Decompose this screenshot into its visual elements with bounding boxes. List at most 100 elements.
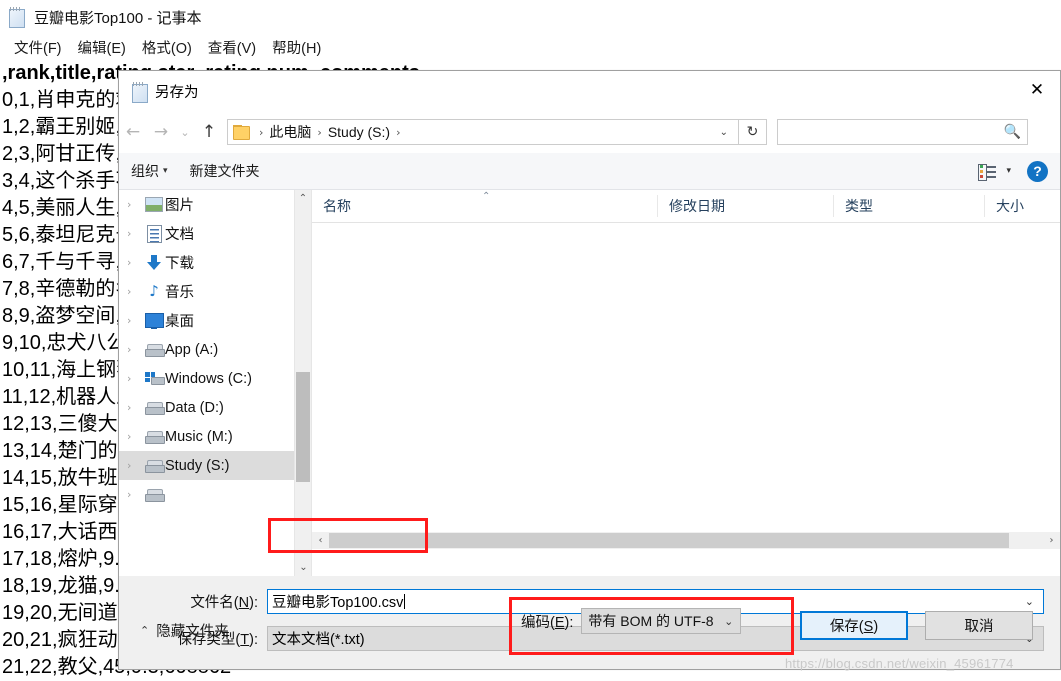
sidebar-item-desktop[interactable]: › 桌面 [119, 306, 311, 335]
watermark: https://blog.csdn.net/weixin_45961774 [785, 656, 1014, 671]
breadcrumb-separator-icon: › [259, 125, 264, 139]
up-button[interactable]: ↑ [195, 118, 223, 146]
column-header-date[interactable]: 修改日期 [657, 195, 833, 217]
menu-file[interactable]: 文件(F) [6, 35, 70, 60]
breadcrumb-separator-icon: › [396, 125, 401, 139]
expander-icon[interactable]: › [127, 343, 143, 356]
dialog-titlebar: 另存为 [119, 71, 1060, 111]
dialog-body: › 图片 › 文档 › 下载 › ♪ 音乐 › 桌面 › App (A:) › … [119, 190, 1060, 576]
dialog-navigation-bar: ← → ⌄ ↑ › 此电脑 › Study (S:) › ⌄ ↻ 🔍 [119, 111, 1060, 153]
search-input[interactable] [784, 123, 1004, 141]
save-button-label: 保存(S) [829, 619, 879, 635]
hscrollbar-thumb[interactable] [329, 533, 1009, 548]
scrollbar-thumb[interactable] [296, 372, 310, 482]
sidebar-item-data-drive[interactable]: › Data (D:) [119, 393, 311, 422]
sort-ascending-icon: ⌃ [482, 191, 491, 202]
chevron-down-icon: ▾ [163, 166, 168, 176]
folder-icon [233, 125, 250, 140]
expander-icon[interactable]: › [127, 285, 143, 298]
scroll-up-icon[interactable]: ⌃ [295, 190, 311, 207]
sidebar-item-label: 音乐 [165, 285, 194, 301]
file-list-header: 名称 修改日期 类型 大小 ⌃ [312, 190, 1060, 223]
search-box[interactable]: 🔍 [777, 119, 1028, 145]
chevron-down-icon[interactable]: ⌄ [720, 127, 736, 138]
hscrollbar-track[interactable] [329, 533, 1043, 548]
sidebar-item-label: 桌面 [165, 314, 194, 330]
sidebar-item-label: Windows (C:) [165, 370, 253, 387]
expander-icon[interactable]: › [127, 198, 143, 211]
organize-button[interactable]: 组织 ▾ [131, 161, 168, 181]
sidebar-item-music-drive[interactable]: › Music (M:) [119, 422, 311, 451]
expander-icon[interactable]: › [127, 314, 143, 327]
refresh-icon[interactable]: ↻ [739, 119, 767, 145]
view-layout-icon[interactable] [978, 163, 997, 181]
recent-locations-button[interactable]: ⌄ [175, 118, 195, 146]
filename-value: 豆瓣电影Top100.csv [272, 594, 404, 611]
expander-icon[interactable]: › [127, 430, 143, 443]
back-button[interactable]: ← [119, 118, 147, 146]
new-folder-label: 新建文件夹 [189, 163, 260, 179]
close-icon[interactable]: ✕ [1014, 71, 1060, 109]
scroll-right-icon[interactable]: › [1043, 535, 1060, 546]
sidebar-item-label: App (A:) [165, 341, 219, 358]
breadcrumb[interactable]: › 此电脑 › Study (S:) › ⌄ [227, 119, 739, 145]
drive-icon [143, 430, 165, 444]
notepad-icon [131, 81, 148, 103]
sidebar-item-pictures[interactable]: › 图片 [119, 190, 311, 219]
dialog-command-bar: 组织 ▾ 新建文件夹 ▾ ? [119, 153, 1060, 190]
search-icon: 🔍 [1003, 124, 1021, 140]
view-chevron-down-icon[interactable]: ▾ [1006, 166, 1011, 176]
red-highlight-filename [268, 518, 428, 553]
sidebar-item-downloads[interactable]: › 下载 [119, 248, 311, 277]
sidebar-item-label: Study (S:) [165, 457, 230, 474]
file-list-body[interactable]: ‹ › [312, 223, 1060, 549]
sidebar-item-music[interactable]: › ♪ 音乐 [119, 277, 311, 306]
notepad-title: 豆瓣电影Top100 - 记事本 [34, 9, 202, 27]
expander-icon[interactable]: › [127, 372, 143, 385]
notepad-titlebar: 豆瓣电影Top100 - 记事本 [0, 0, 1061, 34]
chevron-down-icon[interactable]: ⌄ [1025, 595, 1043, 608]
hide-folders-toggle[interactable]: ⌃ 隐藏文件夹 [140, 620, 229, 641]
cancel-button-label: 取消 [964, 619, 994, 635]
drive-icon [143, 488, 165, 502]
save-button[interactable]: 保存(S) [800, 611, 908, 640]
hide-folders-label: 隐藏文件夹 [156, 624, 229, 640]
expander-icon[interactable]: › [127, 256, 143, 269]
menu-view[interactable]: 查看(V) [200, 35, 264, 60]
sidebar-item-app-drive[interactable]: › App (A:) [119, 335, 311, 364]
forward-button[interactable]: → [147, 118, 175, 146]
sidebar-item-partial[interactable]: › [119, 480, 311, 509]
sidebar-item-documents[interactable]: › 文档 [119, 219, 311, 248]
sidebar-item-study-drive[interactable]: › Study (S:) [119, 451, 311, 480]
menu-edit[interactable]: 编辑(E) [70, 35, 134, 60]
sidebar-item-label: 文档 [165, 227, 194, 243]
column-header-type[interactable]: 类型 [833, 195, 984, 217]
expander-icon[interactable]: › [127, 401, 143, 414]
drive-icon [143, 459, 165, 473]
expander-icon[interactable]: › [127, 488, 143, 501]
menu-format[interactable]: 格式(O) [134, 35, 200, 60]
sidebar-item-label: Music (M:) [165, 428, 233, 445]
breadcrumb-item-study[interactable]: Study (S:) [328, 124, 390, 140]
column-header-size[interactable]: 大小 [984, 195, 1060, 217]
organize-label: 组织 [131, 163, 159, 179]
cancel-button[interactable]: 取消 [925, 611, 1033, 640]
notepad-menubar: 文件(F) 编辑(E) 格式(O) 查看(V) 帮助(H) [0, 34, 1061, 60]
expander-icon[interactable]: › [127, 459, 143, 472]
windows-drive-icon [143, 372, 165, 385]
scroll-down-icon[interactable]: ⌄ [295, 559, 311, 576]
sidebar-item-label: 下载 [165, 256, 194, 272]
breadcrumb-item-this-pc[interactable]: 此电脑 [269, 122, 311, 142]
new-folder-button[interactable]: 新建文件夹 [190, 161, 260, 181]
save-as-dialog: 另存为 ✕ ← → ⌄ ↑ › 此电脑 › Study (S:) › ⌄ ↻ 🔍… [118, 70, 1061, 670]
filetype-value: 文本文档(*.txt) [272, 631, 365, 648]
chevron-up-icon: ⌃ [140, 624, 150, 637]
menu-help[interactable]: 帮助(H) [264, 35, 329, 60]
expander-icon[interactable]: › [127, 227, 143, 240]
sidebar-item-windows-drive[interactable]: › Windows (C:) [119, 364, 311, 393]
filename-label: 文件名(N): [190, 594, 258, 611]
desktop-icon [143, 313, 165, 329]
notepad-icon [8, 7, 26, 28]
help-icon[interactable]: ? [1027, 160, 1048, 182]
music-icon: ♪ [149, 282, 159, 300]
